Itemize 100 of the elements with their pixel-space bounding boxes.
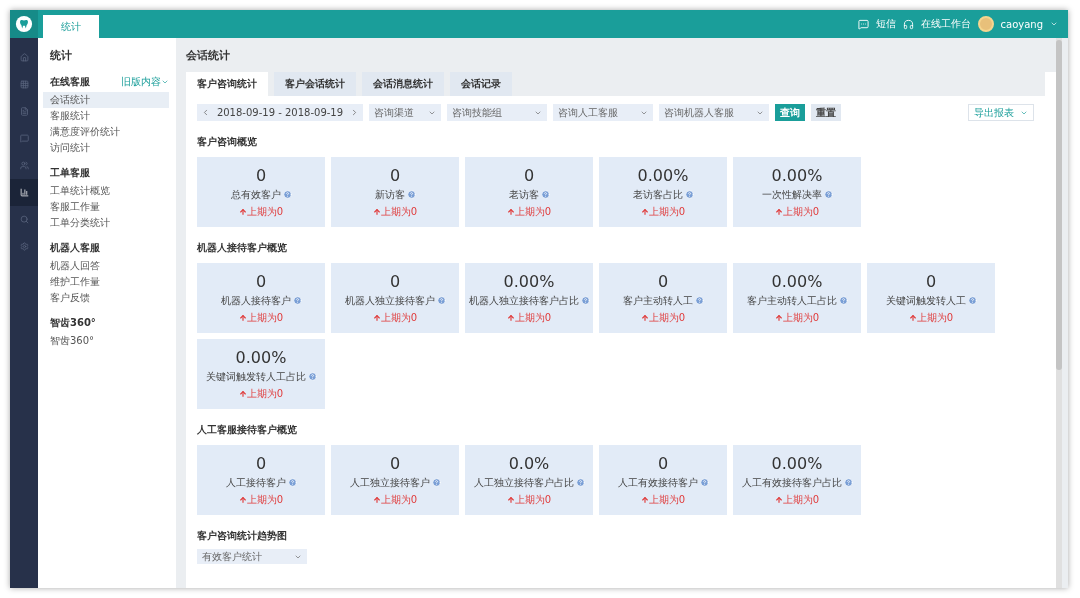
scrollbar-thumb[interactable] bbox=[1056, 40, 1062, 370]
arrow-up-icon bbox=[774, 495, 783, 504]
arrow-up-icon bbox=[238, 495, 247, 504]
stat-label: 机器人独立接待客户占比 bbox=[468, 293, 579, 308]
sidebar-item[interactable]: 机器人回答 bbox=[43, 258, 169, 274]
sidebar-item[interactable]: 客服工作量 bbox=[43, 199, 169, 215]
arrow-up-icon bbox=[774, 313, 783, 322]
change-text: 上期为0 bbox=[782, 204, 820, 219]
old-version-link[interactable]: 旧版内容 bbox=[121, 75, 169, 89]
chat-icon bbox=[19, 134, 29, 143]
stat-label: 一次性解决率 bbox=[761, 187, 822, 202]
sidebar-item[interactable]: 工单分类统计 bbox=[43, 215, 169, 231]
help-icon[interactable] bbox=[540, 190, 550, 199]
sidebar-item[interactable]: 会话统计 bbox=[43, 92, 169, 108]
change-text: 上期为0 bbox=[648, 204, 686, 219]
arrow-up-icon bbox=[506, 495, 515, 504]
arrow-up-icon bbox=[372, 207, 381, 216]
filter-select[interactable]: 咨询渠道 bbox=[369, 104, 441, 121]
tab[interactable]: 客户咨询统计 bbox=[186, 72, 268, 96]
search-icon bbox=[19, 215, 29, 224]
stat-label: 新访客 bbox=[374, 187, 405, 202]
change-text: 上期为0 bbox=[782, 310, 820, 325]
stat-label: 老访客 bbox=[508, 187, 539, 202]
arrow-up-icon bbox=[238, 389, 247, 398]
sidebar-title: 统计 bbox=[49, 48, 73, 63]
sidebar-item[interactable]: 智齿360° bbox=[43, 333, 169, 349]
stat-value: 0 bbox=[523, 165, 535, 186]
app-tab[interactable]: 统计 bbox=[43, 15, 99, 38]
sidebar-item[interactable]: 维护工作量 bbox=[43, 274, 169, 290]
filter-select[interactable]: 咨询人工客服 bbox=[553, 104, 653, 121]
headset-icon[interactable] bbox=[902, 18, 914, 30]
help-icon[interactable] bbox=[287, 478, 297, 487]
help-icon[interactable] bbox=[967, 296, 977, 305]
arrow-up-icon bbox=[506, 313, 515, 322]
change-text: 上期为0 bbox=[380, 492, 418, 507]
stat-label: 关键词触发转人工占比 bbox=[205, 369, 306, 384]
sidebar-item[interactable]: 满意度评价统计 bbox=[43, 124, 169, 140]
stat-label: 机器人独立接待客户 bbox=[344, 293, 435, 308]
change-text: 上期为0 bbox=[782, 492, 820, 507]
arrow-up-icon bbox=[640, 495, 649, 504]
chevron-right-icon[interactable] bbox=[350, 108, 359, 117]
stat-label: 机器人接待客户 bbox=[220, 293, 291, 308]
arrow-up-icon bbox=[238, 207, 247, 216]
help-icon[interactable] bbox=[292, 296, 302, 305]
help-icon[interactable] bbox=[406, 190, 416, 199]
group-title: 在线客服 bbox=[50, 75, 90, 89]
filter-select[interactable]: 咨询技能组 bbox=[447, 104, 547, 121]
sidebar-item[interactable]: 工单统计概览 bbox=[43, 183, 169, 199]
help-icon[interactable] bbox=[307, 372, 317, 381]
stat-label: 人工有效接待客户 bbox=[617, 475, 698, 490]
bar-chart-icon bbox=[19, 188, 29, 197]
help-icon[interactable] bbox=[575, 478, 585, 487]
tab[interactable]: 客户会话统计 bbox=[274, 72, 356, 96]
change-text: 上期为0 bbox=[648, 492, 686, 507]
change-text: 上期为0 bbox=[916, 310, 954, 325]
reset-button[interactable]: 重置 bbox=[811, 104, 841, 121]
stat-label: 客户主动转人工 bbox=[622, 293, 693, 308]
stat-value: 0 bbox=[389, 453, 401, 474]
arrow-up-icon bbox=[774, 207, 783, 216]
help-icon[interactable] bbox=[282, 190, 292, 199]
tab[interactable]: 会话记录 bbox=[450, 72, 512, 96]
help-icon[interactable] bbox=[694, 296, 704, 305]
date-range-field[interactable]: 2018-09-19 - 2018-09-19 bbox=[197, 104, 363, 121]
section-title: 机器人接待客户概览 bbox=[197, 241, 288, 255]
settings-icon bbox=[19, 242, 29, 251]
stat-value: 0 bbox=[255, 271, 267, 292]
grid-icon bbox=[19, 80, 29, 89]
change-text: 上期为0 bbox=[246, 386, 284, 401]
nav-button[interactable] bbox=[10, 179, 38, 206]
sidebar-item[interactable]: 客服统计 bbox=[43, 108, 169, 124]
stat-label: 人工接待客户 bbox=[225, 475, 286, 490]
change-text: 上期为0 bbox=[514, 204, 552, 219]
chevron-left-icon[interactable] bbox=[201, 108, 210, 117]
help-icon[interactable] bbox=[580, 296, 590, 305]
sidebar-item[interactable]: 客户反馈 bbox=[43, 290, 169, 306]
stat-value: 0.00% bbox=[771, 165, 823, 186]
avatar[interactable] bbox=[977, 16, 994, 32]
help-icon[interactable] bbox=[843, 478, 853, 487]
help-icon[interactable] bbox=[684, 190, 694, 199]
export-button[interactable]: 导出报表 bbox=[968, 104, 1034, 121]
section-title: 客户咨询统计趋势图 bbox=[197, 529, 288, 543]
stat-value: 0.00% bbox=[771, 271, 823, 292]
help-icon[interactable] bbox=[838, 296, 848, 305]
group-title: 机器人客服 bbox=[50, 241, 100, 255]
stat-value: 0.00% bbox=[637, 165, 689, 186]
metric-select[interactable]: 有效客户统计 bbox=[197, 549, 307, 564]
arrow-up-icon bbox=[372, 313, 381, 322]
tab[interactable]: 会话消息统计 bbox=[362, 72, 444, 96]
change-text: 上期为0 bbox=[246, 492, 284, 507]
sidebar-item[interactable]: 访问统计 bbox=[43, 140, 169, 156]
arrow-up-icon bbox=[908, 313, 917, 322]
filter-select[interactable]: 咨询机器人客服 bbox=[659, 104, 769, 121]
stat-label: 关键词触发转人工 bbox=[885, 293, 966, 308]
caret-icon[interactable] bbox=[1050, 20, 1058, 28]
help-icon[interactable] bbox=[823, 190, 833, 199]
help-icon[interactable] bbox=[436, 296, 446, 305]
message-icon[interactable] bbox=[857, 18, 869, 30]
help-icon[interactable] bbox=[699, 478, 709, 487]
help-icon[interactable] bbox=[431, 478, 441, 487]
change-text: 上期为0 bbox=[648, 310, 686, 325]
